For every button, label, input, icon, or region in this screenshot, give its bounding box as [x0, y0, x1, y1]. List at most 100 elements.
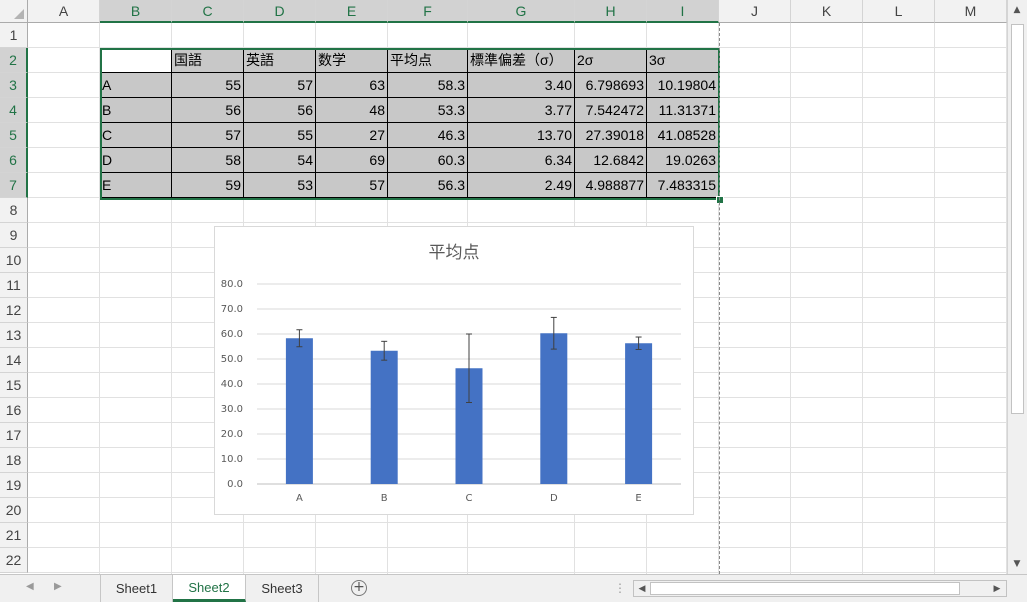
scroll-down-arrow-icon[interactable]: ▼ — [1009, 556, 1025, 572]
cell-g2[interactable]: 標準偏差（σ） — [468, 48, 575, 73]
cell-g3[interactable]: 3.40 — [468, 73, 575, 98]
scroll-right-arrow-icon[interactable]: ▶ — [989, 581, 1005, 596]
row-header-19[interactable]: 19 — [0, 473, 28, 498]
cell-h2[interactable]: 2σ — [575, 48, 647, 73]
scroll-up-arrow-icon[interactable]: ▲ — [1009, 2, 1025, 18]
row-header-9[interactable]: 9 — [0, 223, 28, 248]
row-header-15[interactable]: 15 — [0, 373, 28, 398]
cell-b7[interactable]: E — [100, 173, 172, 198]
vertical-scrollbar[interactable]: ▲ ▼ — [1007, 0, 1027, 574]
column-header-d[interactable]: D — [244, 0, 316, 23]
tab-scroll-right-icon[interactable]: ▶ — [54, 581, 62, 592]
tab-sheet2[interactable]: Sheet2 — [173, 575, 246, 602]
worksheet-grid[interactable]: ABCDEFGHIJKLM 1 2 3 4 5 6 7 8 9 10 11 12 13 14 15 16 17 1… — [0, 0, 1007, 574]
cell-h3[interactable]: 6.798693 — [575, 73, 647, 98]
cell-f7[interactable]: 56.3 — [388, 173, 468, 198]
cell-c5[interactable]: 57 — [172, 123, 244, 148]
cell-e2[interactable]: 数学 — [316, 48, 388, 73]
cell-g7[interactable]: 2.49 — [468, 173, 575, 198]
cell-e6[interactable]: 69 — [316, 148, 388, 173]
cell-c7[interactable]: 59 — [172, 173, 244, 198]
column-header-a[interactable]: A — [28, 0, 100, 23]
fill-handle[interactable] — [716, 196, 724, 204]
bar-d[interactable] — [540, 333, 568, 484]
cell-i3[interactable]: 10.19804 — [647, 73, 719, 98]
cell-g4[interactable]: 3.77 — [468, 98, 575, 123]
cell-f6[interactable]: 60.3 — [388, 148, 468, 173]
column-header-l[interactable]: L — [863, 0, 935, 23]
cell-c6[interactable]: 58 — [172, 148, 244, 173]
row-header-5[interactable]: 5 — [0, 123, 28, 148]
row-header-8[interactable]: 8 — [0, 198, 28, 223]
row-header-12[interactable]: 12 — [0, 298, 28, 323]
column-header-e[interactable]: E — [316, 0, 388, 23]
row-header-2[interactable]: 2 — [0, 48, 28, 73]
cell-h7[interactable]: 4.988877 — [575, 173, 647, 198]
cell-d3[interactable]: 57 — [244, 73, 316, 98]
tab-sheet1[interactable]: Sheet1 — [101, 575, 173, 602]
bar-b[interactable] — [370, 350, 398, 484]
cell-b3[interactable]: A — [100, 73, 172, 98]
row-header-18[interactable]: 18 — [0, 448, 28, 473]
cell-i4[interactable]: 11.31371 — [647, 98, 719, 123]
row-header-6[interactable]: 6 — [0, 148, 28, 173]
tab-split-handle-icon[interactable]: ⋮ — [614, 581, 626, 595]
cell-d7[interactable]: 53 — [244, 173, 316, 198]
cell-h4[interactable]: 7.542472 — [575, 98, 647, 123]
row-header-17[interactable]: 17 — [0, 423, 28, 448]
cell-h6[interactable]: 12.6842 — [575, 148, 647, 173]
column-header-h[interactable]: H — [575, 0, 647, 23]
row-header-11[interactable]: 11 — [0, 273, 28, 298]
cell-b6[interactable]: D — [100, 148, 172, 173]
row-header-22[interactable]: 22 — [0, 548, 28, 573]
row-header-21[interactable]: 21 — [0, 523, 28, 548]
cell-e4[interactable]: 48 — [316, 98, 388, 123]
select-all-corner[interactable] — [0, 0, 28, 23]
column-header-g[interactable]: G — [468, 0, 575, 23]
vertical-scroll-thumb[interactable] — [1011, 24, 1024, 414]
tab-sheet3[interactable]: Sheet3 — [246, 575, 319, 602]
tab-scroll-left-icon[interactable]: ◀ — [26, 581, 34, 592]
column-header-m[interactable]: M — [935, 0, 1007, 23]
cell-b5[interactable]: C — [100, 123, 172, 148]
cell-g5[interactable]: 13.70 — [468, 123, 575, 148]
column-header-k[interactable]: K — [791, 0, 863, 23]
horizontal-scrollbar[interactable]: ◀ ▶ — [633, 580, 1007, 597]
horizontal-scroll-thumb[interactable] — [650, 582, 960, 595]
cell-d4[interactable]: 56 — [244, 98, 316, 123]
row-header-16[interactable]: 16 — [0, 398, 28, 423]
row-header-20[interactable]: 20 — [0, 498, 28, 523]
column-header-i[interactable]: I — [647, 0, 719, 23]
cell-i5[interactable]: 41.08528 — [647, 123, 719, 148]
column-header-b[interactable]: B — [100, 0, 172, 23]
row-header-7[interactable]: 7 — [0, 173, 28, 198]
cell-f5[interactable]: 46.3 — [388, 123, 468, 148]
cell-c4[interactable]: 56 — [172, 98, 244, 123]
cell-d5[interactable]: 55 — [244, 123, 316, 148]
cell-i7[interactable]: 7.483315 — [647, 173, 719, 198]
bar-e[interactable] — [625, 343, 653, 484]
cell-h5[interactable]: 27.39018 — [575, 123, 647, 148]
cell-i2[interactable]: 3σ — [647, 48, 719, 73]
row-header-10[interactable]: 10 — [0, 248, 28, 273]
cell-e3[interactable]: 63 — [316, 73, 388, 98]
cell-d2[interactable]: 英語 — [244, 48, 316, 73]
column-header-j[interactable]: J — [719, 0, 791, 23]
cell-e5[interactable]: 27 — [316, 123, 388, 148]
scroll-left-arrow-icon[interactable]: ◀ — [634, 581, 650, 596]
cell-d6[interactable]: 54 — [244, 148, 316, 173]
cell-b4[interactable]: B — [100, 98, 172, 123]
row-header-13[interactable]: 13 — [0, 323, 28, 348]
cell-f4[interactable]: 53.3 — [388, 98, 468, 123]
add-sheet-button[interactable]: + — [351, 580, 367, 596]
cell-e7[interactable]: 57 — [316, 173, 388, 198]
cell-b2[interactable] — [100, 48, 172, 73]
cell-i6[interactable]: 19.0263 — [647, 148, 719, 173]
row-header-1[interactable]: 1 — [0, 23, 28, 48]
cell-g6[interactable]: 6.34 — [468, 148, 575, 173]
row-header-14[interactable]: 14 — [0, 348, 28, 373]
cell-c3[interactable]: 55 — [172, 73, 244, 98]
row-header-4[interactable]: 4 — [0, 98, 28, 123]
cell-c2[interactable]: 国語 — [172, 48, 244, 73]
cell-f3[interactable]: 58.3 — [388, 73, 468, 98]
